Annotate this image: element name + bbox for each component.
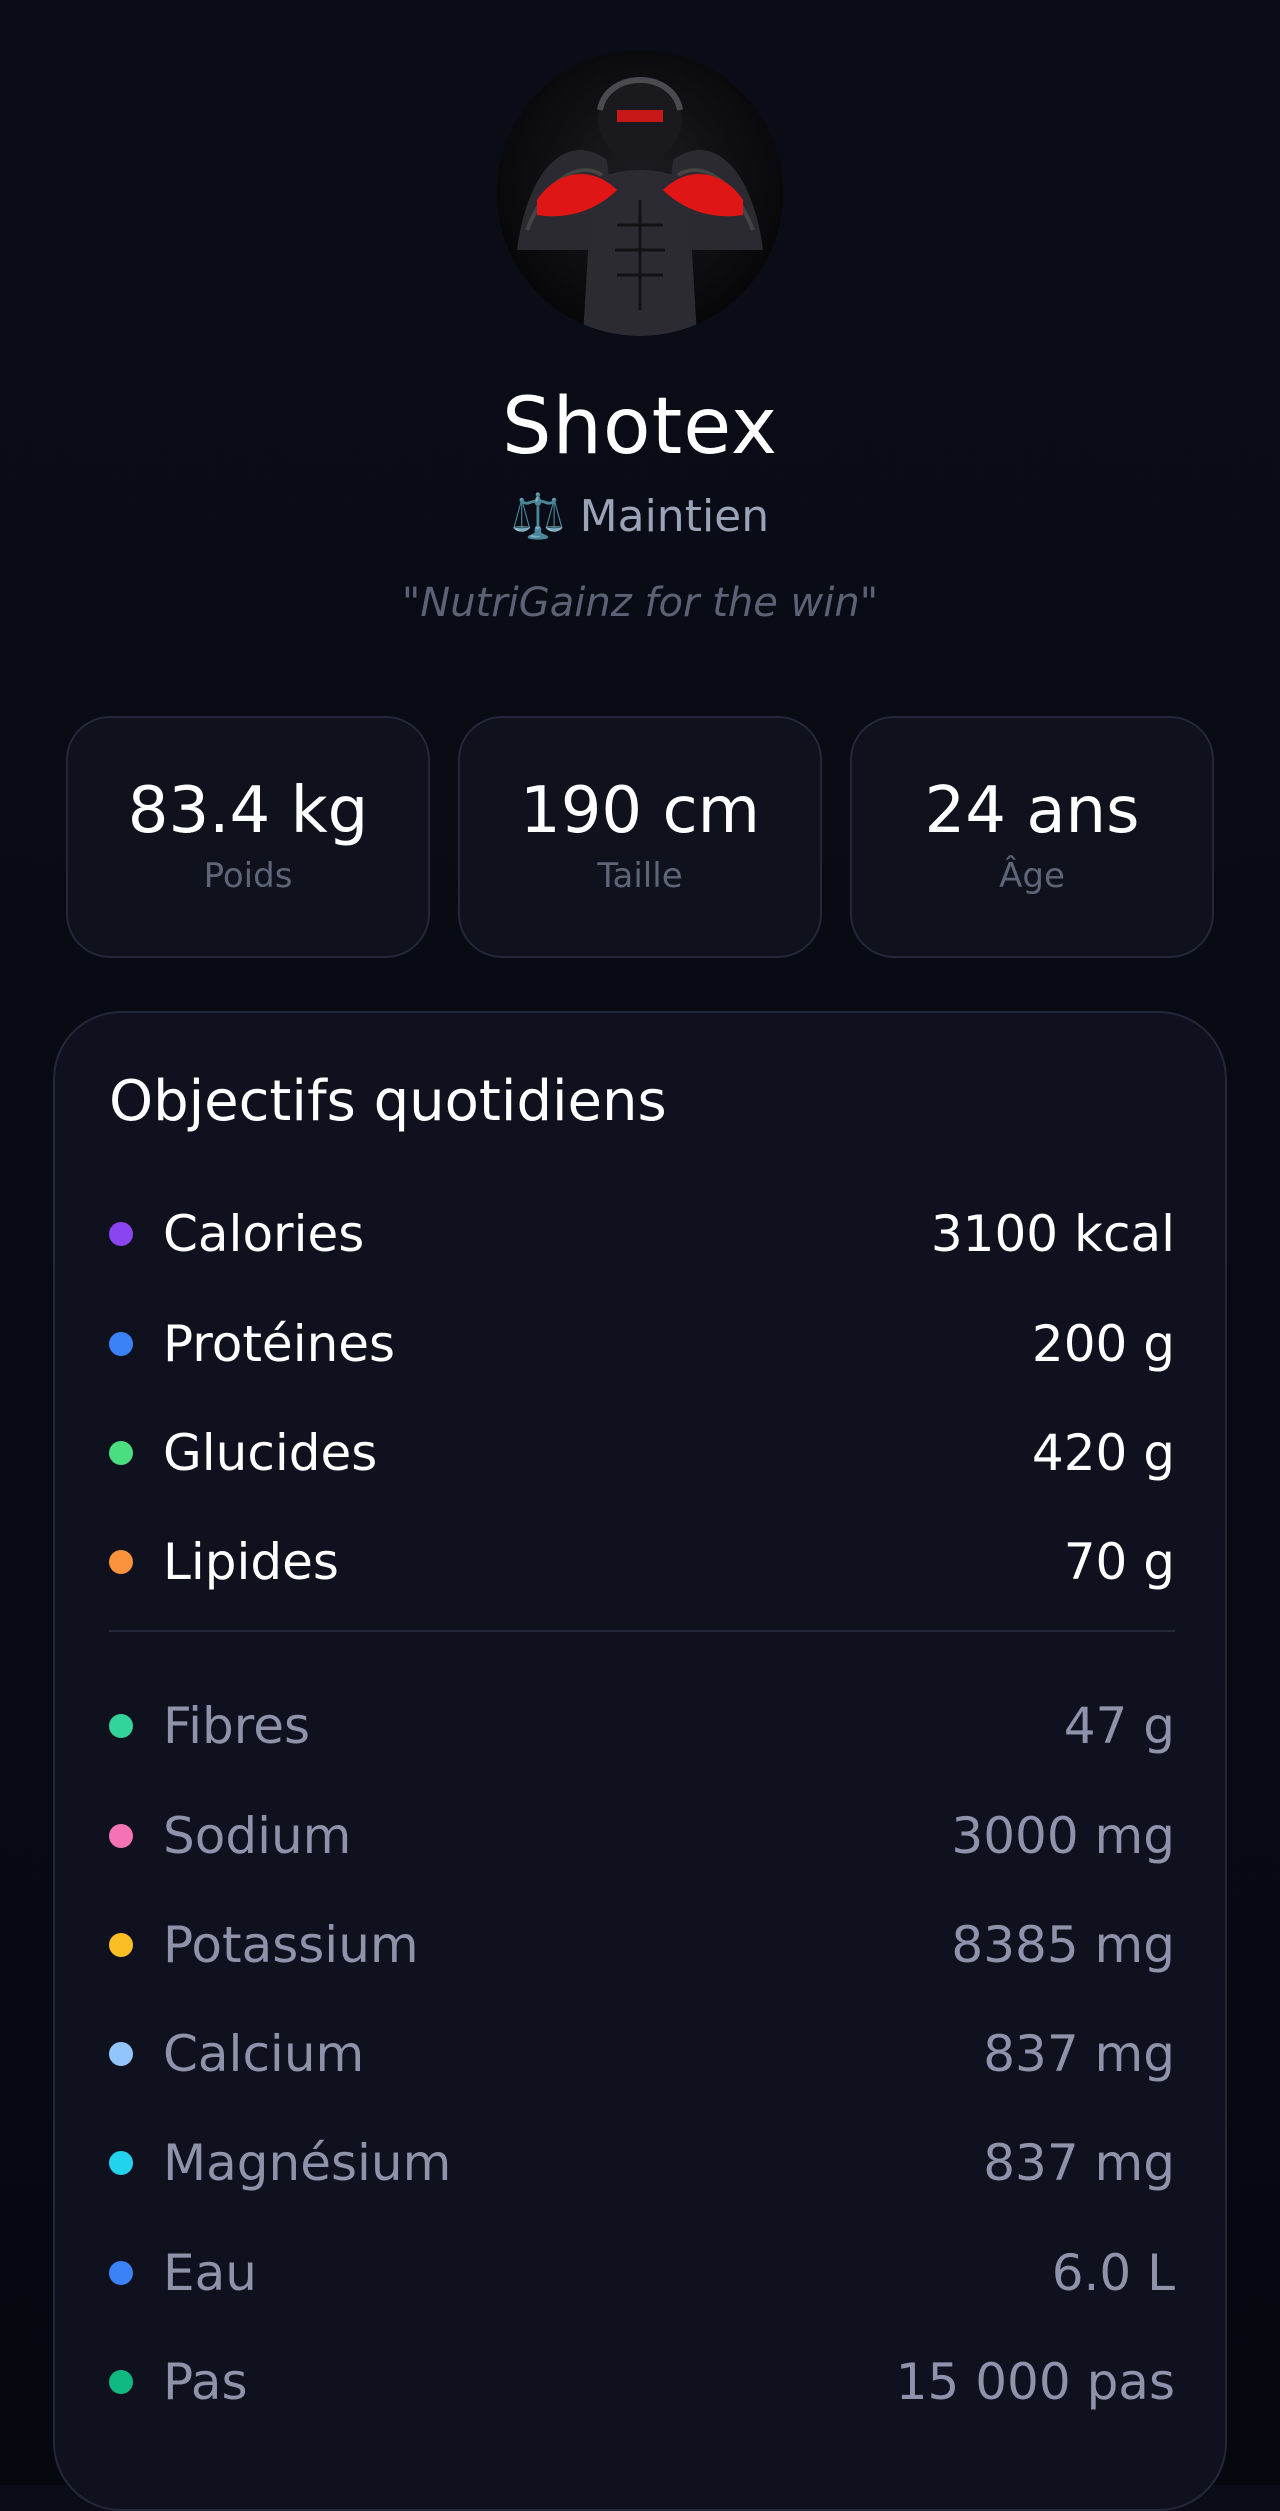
water-dot-icon: [109, 2261, 133, 2285]
objective-label: Calories: [163, 1205, 365, 1263]
stat-value: 83.4 kg: [127, 774, 369, 848]
carbs-dot-icon: [109, 1441, 133, 1465]
stat-card-weight[interactable]: 83.4 kg Poids: [66, 716, 430, 958]
objective-value: 8385 mg: [951, 1916, 1175, 1974]
objective-value: 6.0 L: [1051, 2244, 1175, 2302]
objective-row-carbs: Glucides 420 g: [109, 1418, 1175, 1488]
sodium-dot-icon: [109, 1824, 133, 1848]
avatar[interactable]: [497, 50, 783, 336]
objective-row-proteins: Protéines 200 g: [109, 1309, 1175, 1379]
objective-label: Pas: [163, 2353, 248, 2411]
objective-row-calcium: Calcium 837 mg: [109, 2019, 1175, 2089]
objective-value: 420 g: [1031, 1424, 1175, 1482]
objective-value: 3100 kcal: [930, 1205, 1175, 1263]
stat-label: Âge: [999, 856, 1065, 896]
potassium-dot-icon: [109, 1933, 133, 1957]
objective-label: Eau: [163, 2244, 257, 2302]
objective-label: Calcium: [163, 2025, 365, 2083]
stat-label: Taille: [597, 856, 683, 896]
calories-dot-icon: [109, 1222, 133, 1246]
stat-label: Poids: [203, 856, 293, 896]
objective-label: Potassium: [163, 1916, 419, 1974]
objective-label: Fibres: [163, 1697, 311, 1755]
magnesium-dot-icon: [109, 2151, 133, 2175]
objective-row-magnesium: Magnésium 837 mg: [109, 2128, 1175, 2198]
goal-line: ⚖️ Maintien: [0, 490, 1280, 542]
objective-label: Lipides: [163, 1533, 339, 1591]
objective-value: 837 mg: [983, 2025, 1175, 2083]
daily-objectives-panel: Objectifs quotidiens Calories 3100 kcal …: [53, 1011, 1227, 2511]
divider: [109, 1630, 1175, 1632]
objective-value: 3000 mg: [951, 1807, 1175, 1865]
stat-card-age[interactable]: 24 ans Âge: [850, 716, 1214, 958]
objective-row-fats: Lipides 70 g: [109, 1527, 1175, 1597]
goal-label: Maintien: [579, 491, 770, 542]
calcium-dot-icon: [109, 2042, 133, 2066]
objective-row-sodium: Sodium 3000 mg: [109, 1801, 1175, 1871]
objective-label: Glucides: [163, 1424, 378, 1482]
steps-dot-icon: [109, 2370, 133, 2394]
scale-icon: ⚖️: [510, 491, 566, 542]
objective-row-potassium: Potassium 8385 mg: [109, 1910, 1175, 1980]
avatar-image: [497, 50, 783, 336]
objective-label: Magnésium: [163, 2134, 452, 2192]
objective-row-calories: Calories 3100 kcal: [109, 1199, 1175, 1269]
objective-label: Protéines: [163, 1315, 396, 1373]
username: Shotex: [501, 382, 779, 472]
fats-dot-icon: [109, 1550, 133, 1574]
motto: "NutriGainz for the win": [401, 580, 879, 626]
stat-card-height[interactable]: 190 cm Taille: [458, 716, 822, 958]
stat-value: 24 ans: [924, 774, 1140, 848]
objective-label: Sodium: [163, 1807, 352, 1865]
objective-value: 70 g: [1063, 1533, 1175, 1591]
panel-title: Objectifs quotidiens: [109, 1069, 667, 1134]
objective-row-fiber: Fibres 47 g: [109, 1691, 1175, 1761]
objective-value: 200 g: [1031, 1315, 1175, 1373]
objective-value: 15 000 pas: [895, 2353, 1175, 2411]
objective-value: 837 mg: [983, 2134, 1175, 2192]
objective-row-steps: Pas 15 000 pas: [109, 2347, 1175, 2417]
stat-value: 190 cm: [519, 774, 761, 848]
objective-value: 47 g: [1063, 1697, 1175, 1755]
fiber-dot-icon: [109, 1714, 133, 1738]
objective-row-water: Eau 6.0 L: [109, 2238, 1175, 2308]
proteins-dot-icon: [109, 1332, 133, 1356]
